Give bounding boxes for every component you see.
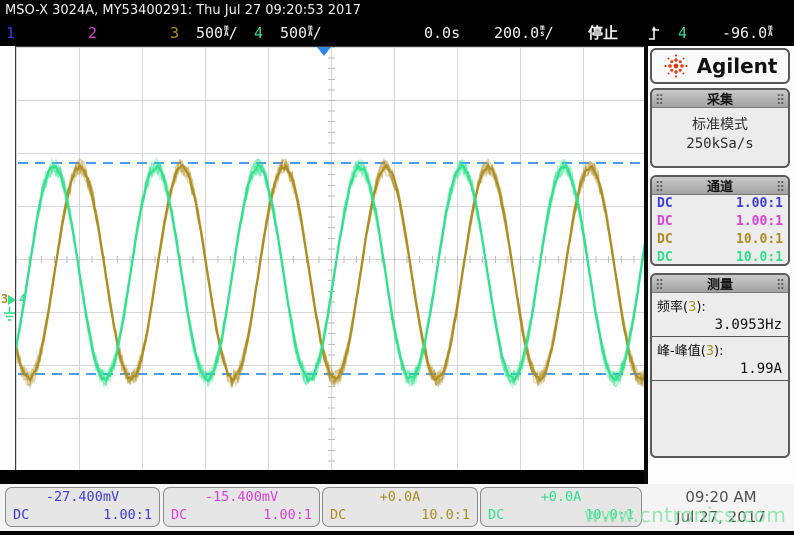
channel-row-4[interactable]: DC 10.0:1 [652, 249, 788, 266]
main-area: 3 4 [0, 46, 794, 484]
measurement-2-value: 1.99A [652, 359, 788, 381]
grip-dots-icon [777, 278, 784, 289]
ch1-probe-label: 1.00:1 [103, 507, 152, 524]
trigger-source: 4 [678, 21, 687, 46]
ch2-probe-ratio: 1.00:1 [736, 214, 783, 230]
ch4-ground-arrow-icon[interactable] [8, 295, 16, 305]
bottom-edge [0, 531, 794, 535]
acquisition-title: 采集 [707, 89, 733, 108]
run-state-badge[interactable]: 停止 [588, 21, 618, 46]
timebase-value: 200.0 [494, 24, 539, 42]
grip-dots-icon [656, 180, 663, 191]
brand-name: Agilent [697, 54, 778, 78]
trigger-info[interactable] [648, 21, 661, 46]
channel-row-3[interactable]: DC 10.0:1 [652, 231, 788, 249]
ch4-coupling: DC [657, 250, 673, 266]
channel-3-status-panel[interactable]: +0.0A DC 10.0:1 [322, 487, 478, 527]
title-bar: MSO-X 3024A, MY53400291: Thu Jul 27 09:2… [0, 0, 794, 21]
channel-3-scale[interactable]: 500mA/ [196, 21, 238, 46]
horizontal-delay[interactable]: 0.0s [424, 21, 460, 46]
acquisition-panel-header[interactable]: 采集 [652, 90, 788, 108]
ch1-coupling-label: DC [13, 507, 29, 524]
measurement-panel: 测量 频率(3): 3.0953Hz 峰-峰值(3): 1.99A [650, 273, 790, 458]
measurement-panel-header[interactable]: 测量 [652, 275, 788, 293]
channel-3-indicator[interactable]: 3 [170, 21, 179, 46]
trigger-time-marker[interactable] [317, 47, 331, 56]
ch3-scale-value: 500 [196, 24, 223, 42]
grip-dots-icon [777, 93, 784, 104]
channel-4-indicator[interactable]: 4 [254, 21, 263, 46]
channels-title: 通道 [707, 176, 733, 195]
ch4-probe-ratio: 10.0:1 [736, 250, 783, 266]
grip-dots-icon [656, 278, 663, 289]
ch3-offset-value: +0.0A [323, 488, 477, 507]
measurement-2-label: 峰-峰值(3): [652, 337, 788, 359]
channels-panel: 通道 DC 1.00:1 DC 1.00:1 DC 10.0:1 DC 10.0… [650, 175, 790, 266]
channel-row-1[interactable]: DC 1.00:1 [652, 195, 788, 213]
channel-row-2[interactable]: DC 1.00:1 [652, 213, 788, 231]
timebase-suffix: / [545, 24, 554, 42]
ch4-ground-marker: 4 [19, 293, 26, 305]
channel-4-scale[interactable]: 500mA/ [280, 21, 322, 46]
waveform-display [15, 46, 647, 472]
model-serial-datetime: MSO-X 3024A, MY53400291: Thu Jul 27 09:2… [5, 3, 361, 18]
status-bar: 1 2 3 500mA/ 4 500mA/ 0.0s 200.0ms/ 停止 4… [0, 21, 794, 46]
ground-icon [3, 307, 16, 321]
ch3-coupling-label: DC [330, 507, 346, 524]
trigger-level: -96.0mA [722, 21, 773, 46]
acquisition-panel: 采集 标准模式 250kSa/s [650, 88, 790, 168]
ch2-coupling: DC [657, 214, 673, 230]
oscilloscope-screen: MSO-X 3024A, MY53400291: Thu Jul 27 09:2… [0, 0, 794, 535]
measurement-title: 测量 [707, 274, 733, 293]
channels-panel-header[interactable]: 通道 [652, 177, 788, 195]
measurement-1-value: 3.0953Hz [652, 315, 788, 337]
ch1-probe-ratio: 1.00:1 [736, 196, 783, 212]
plot-bottom-band [0, 470, 644, 484]
ch1-offset-value: -27.400mV [6, 488, 159, 507]
trigger-edge-icon [648, 25, 661, 42]
sample-rate: 250kSa/s [652, 136, 788, 152]
ch3-scale-suffix: / [229, 24, 238, 42]
ch4-scale-suffix: / [313, 24, 322, 42]
agilent-logo-panel: Agilent [650, 48, 790, 84]
acquisition-mode: 标准模式 [652, 114, 788, 134]
plot-sidebar-divider [644, 46, 648, 484]
channel-1-indicator[interactable]: 1 [6, 21, 15, 46]
ch4-coupling-label: DC [488, 507, 504, 524]
ch1-coupling: DC [657, 196, 673, 212]
timebase[interactable]: 200.0ms/ [494, 21, 554, 46]
grip-dots-icon [656, 93, 663, 104]
ch4-scale-value: 500 [280, 24, 307, 42]
ch3-coupling: DC [657, 232, 673, 248]
ch3-probe-label: 10.0:1 [421, 507, 470, 524]
channel-2-status-panel[interactable]: -15.400mV DC 1.00:1 [163, 487, 320, 527]
channel-2-indicator[interactable]: 2 [88, 21, 97, 46]
trigger-level-unit: mA [768, 25, 773, 37]
agilent-logo-icon [663, 53, 689, 79]
ch2-offset-value: -15.400mV [164, 488, 319, 507]
watermark: www.cntronics.com [584, 503, 786, 527]
waveform-traces [16, 47, 646, 471]
channel-1-status-panel[interactable]: -27.400mV DC 1.00:1 [5, 487, 160, 527]
measurement-1-label: 频率(3): [652, 293, 788, 315]
trigger-level-value: -96.0 [722, 24, 767, 42]
grip-dots-icon [777, 180, 784, 191]
ch2-coupling-label: DC [171, 507, 187, 524]
ch2-probe-label: 1.00:1 [263, 507, 312, 524]
ch3-probe-ratio: 10.0:1 [736, 232, 783, 248]
